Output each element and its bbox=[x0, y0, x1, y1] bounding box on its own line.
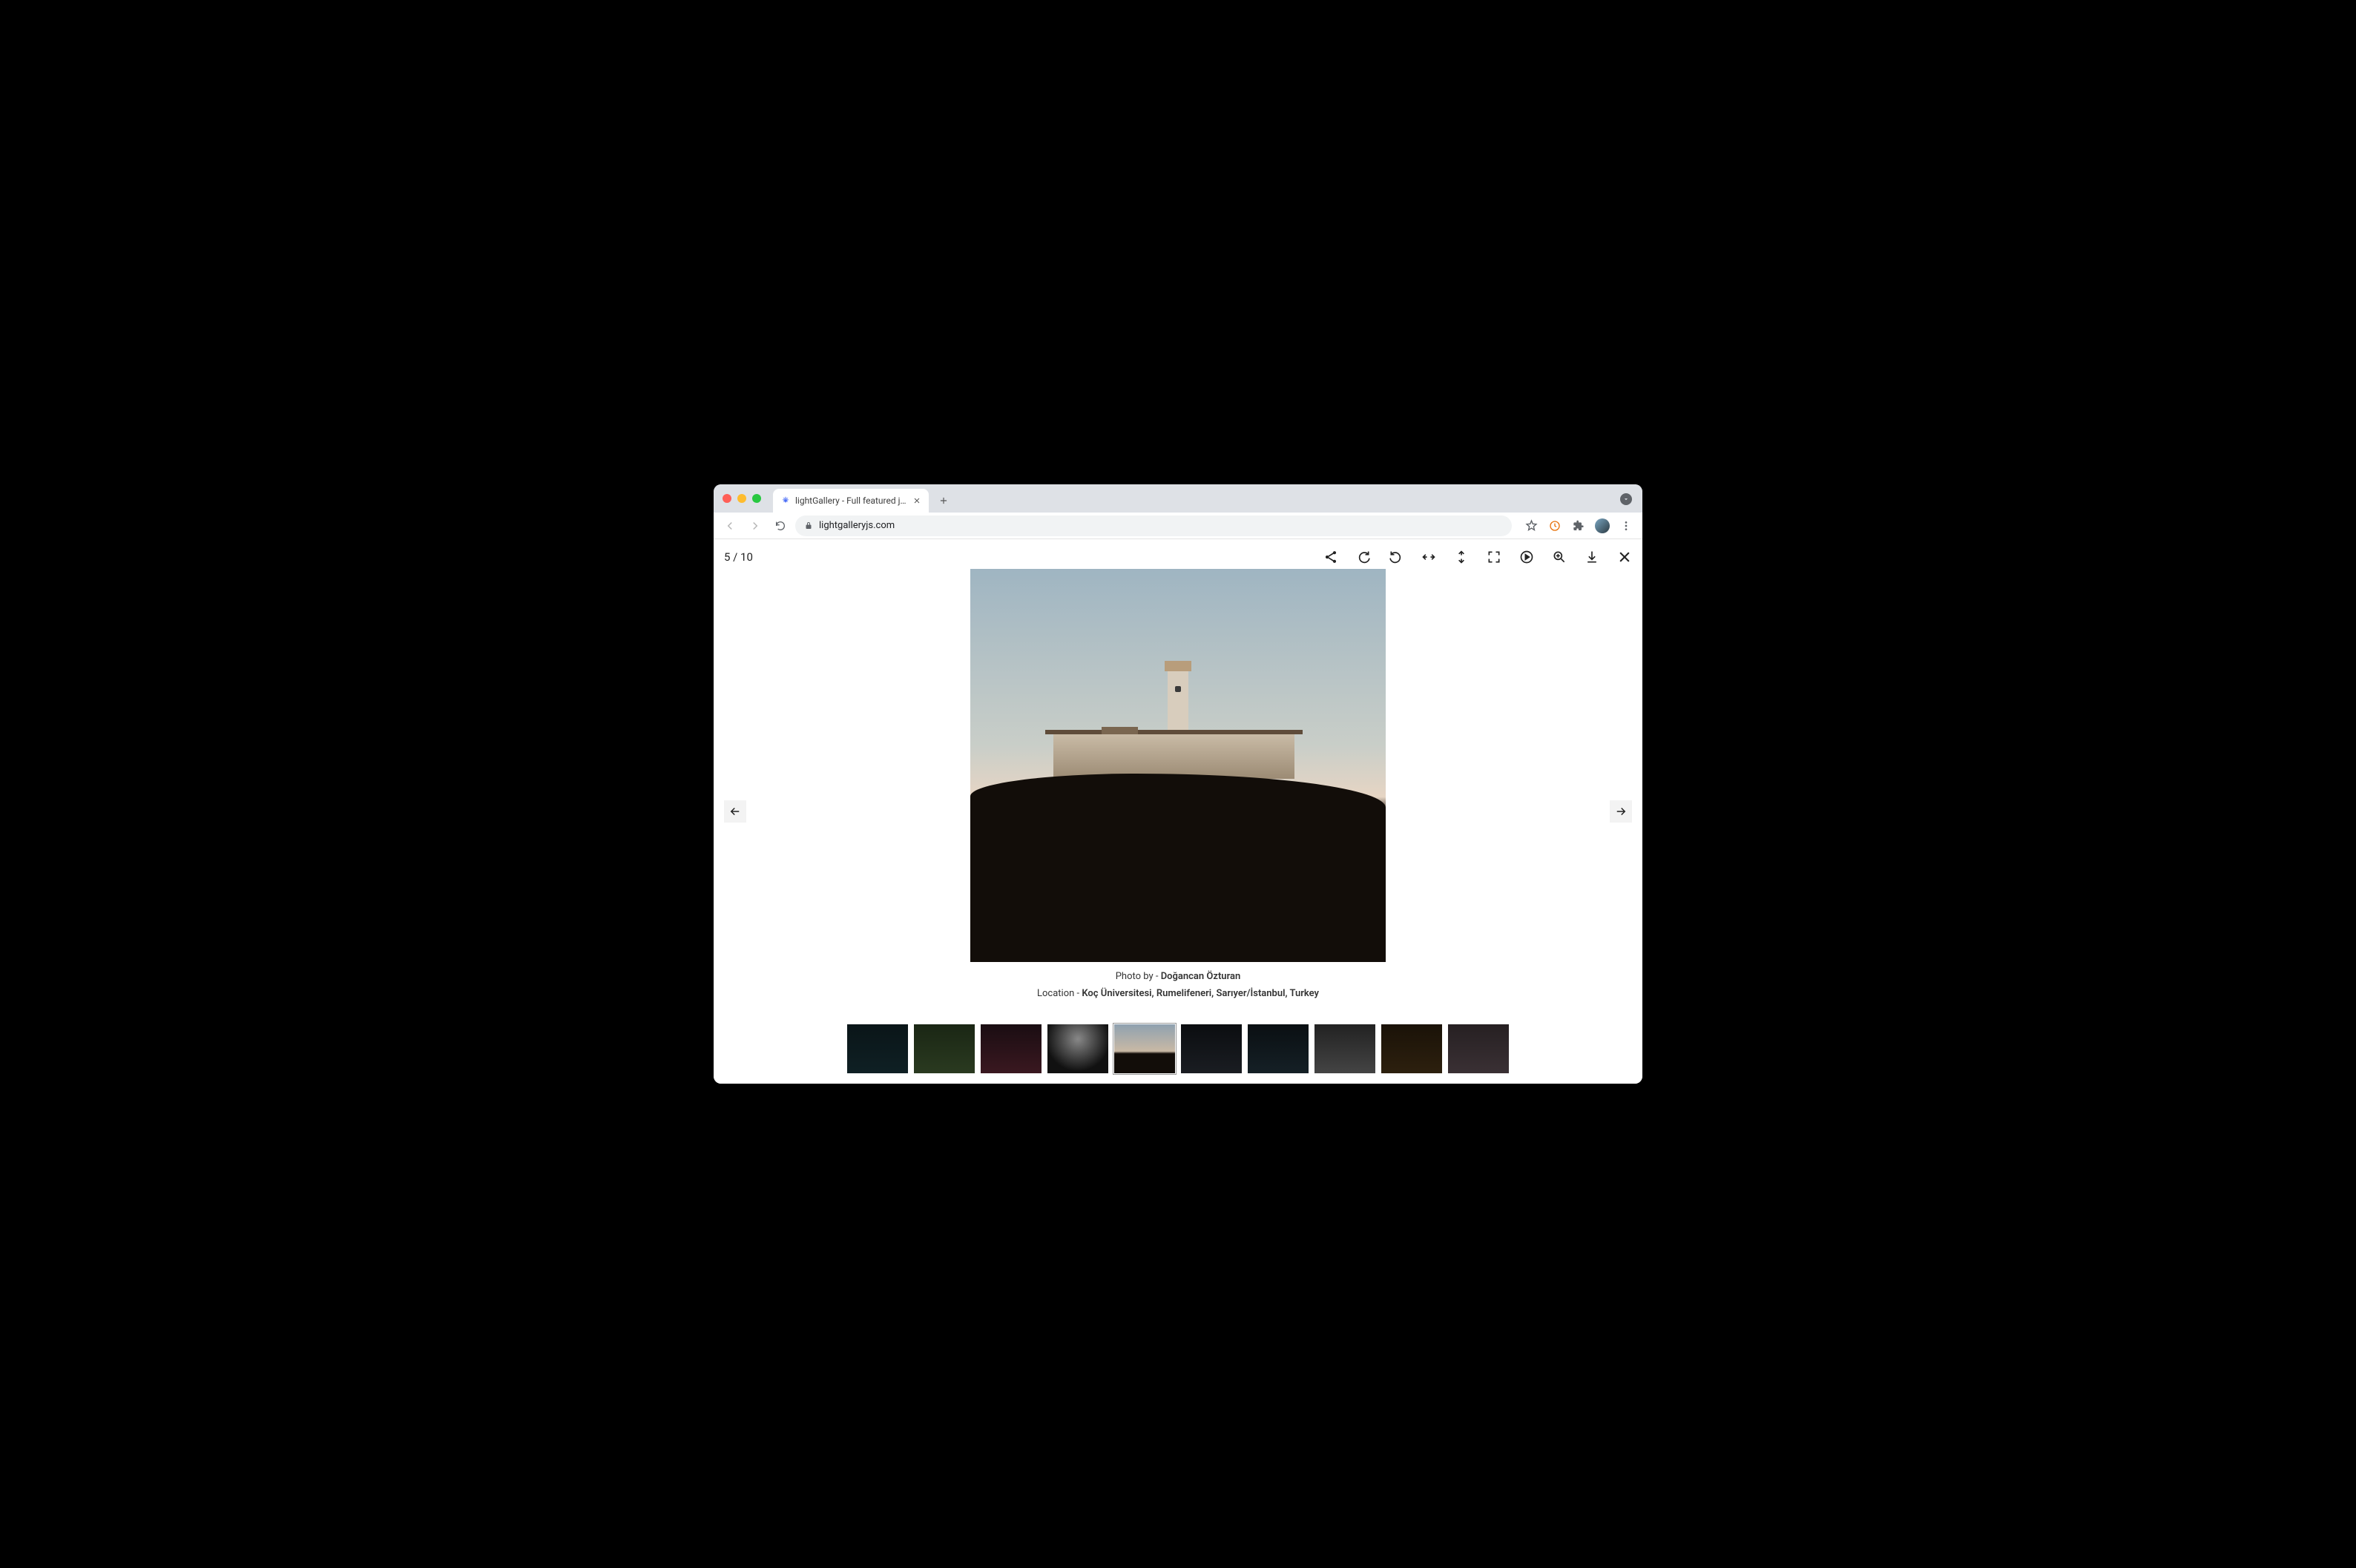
gallery-toolbar: 5 / 10 bbox=[714, 539, 1642, 575]
caption-prefix: Photo by - bbox=[1116, 971, 1161, 982]
thumbnail-2[interactable] bbox=[914, 1024, 975, 1073]
thumbnail-5[interactable] bbox=[1114, 1024, 1175, 1073]
flip-horizontal-icon[interactable] bbox=[1421, 550, 1436, 564]
current-image[interactable] bbox=[970, 569, 1386, 962]
browser-tab[interactable]: lightGallery - Full featured java bbox=[773, 489, 929, 513]
lock-icon bbox=[804, 521, 813, 530]
rotate-left-icon[interactable] bbox=[1389, 550, 1404, 564]
share-icon[interactable] bbox=[1323, 550, 1338, 564]
toolbar-right bbox=[1521, 515, 1636, 536]
thumbnail-strip bbox=[714, 1024, 1642, 1073]
flip-vertical-icon[interactable] bbox=[1454, 550, 1469, 564]
thumbnail-3[interactable] bbox=[981, 1024, 1042, 1073]
thumbnail-8[interactable] bbox=[1314, 1024, 1375, 1073]
zoom-icon[interactable] bbox=[1552, 550, 1567, 564]
thumbnail-1[interactable] bbox=[847, 1024, 908, 1073]
nav-forward-button[interactable] bbox=[745, 515, 766, 536]
close-icon[interactable] bbox=[1617, 550, 1632, 564]
gallery-actions bbox=[1323, 550, 1632, 564]
lightgallery-viewport: 5 / 10 bbox=[714, 539, 1642, 1084]
window-maximize-button[interactable] bbox=[752, 494, 761, 503]
autoplay-icon[interactable] bbox=[1519, 550, 1534, 564]
nav-back-button[interactable] bbox=[720, 515, 740, 536]
tab-favicon-icon bbox=[780, 495, 791, 506]
caption-author: Doğancan Özturan bbox=[1161, 971, 1241, 982]
tab-title: lightGallery - Full featured java bbox=[795, 495, 908, 506]
new-tab-button[interactable] bbox=[933, 490, 954, 511]
nav-reload-button[interactable] bbox=[770, 515, 791, 536]
address-bar: lightgalleryjs.com bbox=[714, 513, 1642, 539]
location-prefix: Location - bbox=[1037, 988, 1082, 999]
url-input[interactable]: lightgalleryjs.com bbox=[795, 515, 1512, 536]
tab-close-icon[interactable] bbox=[912, 496, 921, 505]
thumbnail-10[interactable] bbox=[1448, 1024, 1509, 1073]
image-caption: Photo by - Doğancan Özturan Location - K… bbox=[1037, 969, 1319, 1002]
thumbnail-9[interactable] bbox=[1381, 1024, 1442, 1073]
chrome-menu-button[interactable] bbox=[1616, 515, 1636, 536]
window-close-button[interactable] bbox=[723, 494, 731, 503]
window-controls bbox=[723, 494, 761, 503]
thumbnail-4[interactable] bbox=[1047, 1024, 1108, 1073]
window-minimize-button[interactable] bbox=[737, 494, 746, 503]
extensions-puzzle-icon[interactable] bbox=[1568, 515, 1589, 536]
rotate-right-icon[interactable] bbox=[1356, 550, 1371, 564]
thumbnail-6[interactable] bbox=[1181, 1024, 1242, 1073]
browser-window: lightGallery - Full featured java lightg… bbox=[714, 484, 1642, 1084]
download-icon[interactable] bbox=[1585, 550, 1599, 564]
location-value: Koç Üniversitesi, Rumelifeneri, Sarıyer/… bbox=[1082, 988, 1319, 999]
url-text: lightgalleryjs.com bbox=[819, 520, 895, 531]
extension-clock-icon[interactable] bbox=[1544, 515, 1565, 536]
gallery-stage: Photo by - Doğancan Özturan Location - K… bbox=[714, 569, 1642, 1002]
tab-search-button[interactable] bbox=[1620, 493, 1632, 505]
bookmark-star-icon[interactable] bbox=[1521, 515, 1541, 536]
thumbnail-7[interactable] bbox=[1248, 1024, 1309, 1073]
profile-avatar[interactable] bbox=[1592, 515, 1613, 536]
browser-tab-strip: lightGallery - Full featured java bbox=[714, 484, 1642, 513]
fullscreen-icon[interactable] bbox=[1487, 550, 1501, 564]
image-counter: 5 / 10 bbox=[724, 550, 753, 564]
avatar-icon bbox=[1595, 518, 1610, 533]
